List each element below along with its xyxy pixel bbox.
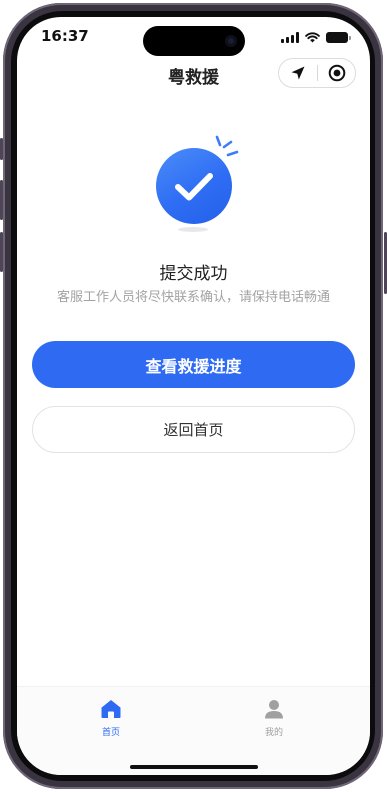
success-illustration: [153, 133, 245, 237]
signal-icon: [281, 32, 299, 43]
battery-icon: [326, 32, 351, 43]
phone-side-button: [0, 138, 3, 160]
user-icon: [265, 700, 283, 719]
status-time: 16:37: [41, 27, 89, 45]
wifi-icon: [305, 32, 320, 43]
home-icon: [101, 700, 121, 718]
tab-mine-label: 我的: [264, 728, 283, 738]
back-to-home-button[interactable]: 返回首页: [32, 406, 355, 453]
tab-mine[interactable]: 我的: [244, 699, 304, 738]
status-icons: [281, 31, 351, 43]
result-title: 提交成功: [159, 264, 228, 284]
navigation-arrow-icon: [291, 66, 305, 80]
location-button[interactable]: [279, 59, 317, 87]
close-mini-program-button[interactable]: [318, 59, 356, 87]
tab-home-label: 首页: [101, 728, 120, 738]
view-rescue-progress-button[interactable]: 查看救援进度: [32, 341, 355, 388]
sparkle-lines-icon: [215, 135, 239, 157]
result-message: 客服工作人员将尽快联系确认，请保持电话畅通: [56, 290, 330, 305]
tab-bar: 首页 我的: [17, 686, 370, 775]
phone-volume-up-button: [0, 180, 3, 220]
dynamic-island: [143, 26, 245, 56]
tab-home[interactable]: 首页: [81, 699, 141, 738]
camera-icon: [225, 35, 237, 47]
target-icon: [328, 64, 346, 82]
home-indicator: [130, 765, 258, 769]
phone-volume-down-button: [0, 232, 3, 272]
screen: 16:37 粤救援 提交成功 客服工作人员将尽快联系确认，请保持电话畅通 查看救…: [17, 17, 370, 775]
icon-shadow: [178, 227, 208, 232]
mini-program-capsule: [278, 58, 356, 88]
